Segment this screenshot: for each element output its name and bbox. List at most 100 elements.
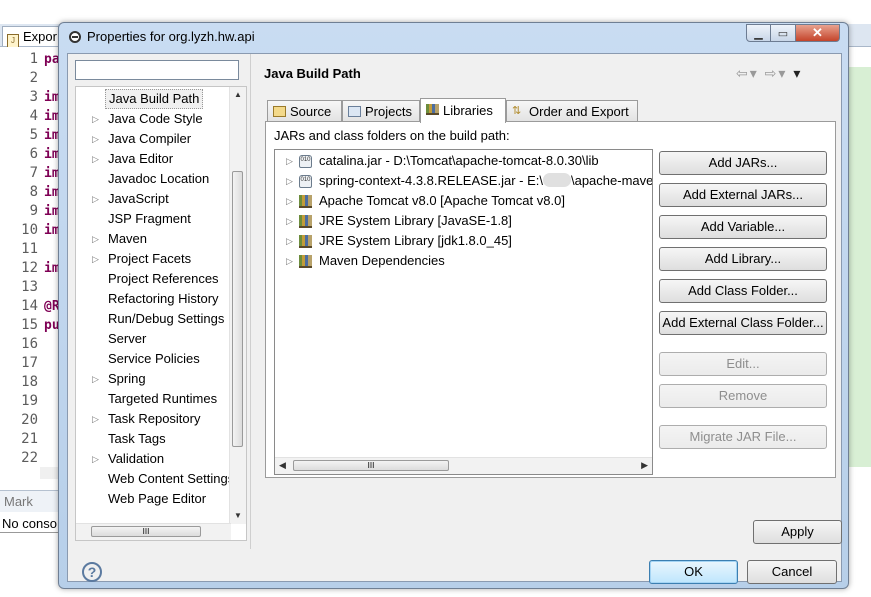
remove-button[interactable]: Remove [659,384,827,408]
expand-arrow-icon[interactable]: ▷ [92,229,100,249]
tree-item-label: Maven [108,231,148,246]
tab-order-and-export[interactable]: ⇅ Order and Export [506,100,638,121]
library-icon [299,235,312,248]
migrate-jar-file-button[interactable]: Migrate JAR File... [659,425,827,449]
page-title: Java Build Path [264,66,361,81]
line-number: 19 [21,393,38,409]
scroll-down-icon[interactable]: ▼ [230,508,246,524]
expand-arrow-icon[interactable]: ▷ [286,211,293,231]
tree-item[interactable]: ▷ Project Facets [76,249,234,269]
library-list[interactable]: ▷ Maven Dependencies ▷ JRE System Library [… [274,149,653,475]
editor-tab[interactable]: J Expor [2,26,62,48]
tree-item[interactable]: ▷ JavaScript [76,189,234,209]
editor-line: 10 [0,221,42,240]
tree-item[interactable]: Server [76,329,234,349]
tree-vscroll[interactable]: ▲ ▼ [229,87,246,524]
scroll-thumb[interactable]: III [91,526,201,537]
tree-item[interactable]: Project References [76,269,234,289]
apply-button[interactable]: Apply [753,520,842,544]
tree-item[interactable]: Run/Debug Settings [76,309,234,329]
title-bar[interactable]: Properties for org.lyzh.hw.api ▁ ▭ ✕ [59,23,848,51]
expand-arrow-icon[interactable]: ▷ [92,249,100,269]
tree-item-label: JSP Fragment [108,211,191,226]
help-icon[interactable]: ? [82,562,102,582]
editor-line: 13 [0,278,42,297]
tree-item[interactable]: Refactoring History [76,289,234,309]
editor-line: 21 [0,430,42,449]
tree-item[interactable]: ▷ Maven [76,229,234,249]
scroll-left-icon[interactable]: ◀ [279,460,286,471]
add-jars-button[interactable]: Add JARs... [659,151,827,175]
tree-item[interactable]: Task Tags [76,429,234,449]
tree-item[interactable]: ▷ Validation [76,449,234,469]
tree-item[interactable]: ▷ Java Compiler [76,129,234,149]
view-menu-icon[interactable]: ▾ [793,65,802,81]
line-number-ruler: 1 2 3 4 5 6 7 8 9 10 11 12 13 14 15 16 17 18 19 20 21 22 [0,47,42,467]
expand-arrow-icon[interactable]: ▷ [92,449,100,469]
add-class-folder-button[interactable]: Add Class Folder... [659,279,827,303]
cancel-button[interactable]: Cancel [747,560,837,584]
tab-libraries[interactable]: Libraries [420,98,506,123]
tree-item-label: Web Content Settings [108,471,235,486]
library-label: JRE System Library [jdk1.8.0_45] [319,233,512,248]
expand-arrow-icon[interactable]: ▷ [92,109,100,129]
ok-button[interactable]: OK [649,560,738,584]
expand-arrow-icon[interactable]: ▷ [92,189,100,209]
expand-arrow-icon[interactable]: ▷ [92,369,100,389]
tree-item[interactable]: Javadoc Location [76,169,234,189]
expand-arrow-icon[interactable]: ▷ [286,191,293,211]
tree-item[interactable]: Web Content Settings [76,469,234,489]
order-export-icon: ⇅ [512,105,522,117]
add-external-class-folder-button[interactable]: Add External Class Folder... [659,311,827,335]
filter-input[interactable] [75,60,239,80]
expand-arrow-icon[interactable]: ▷ [286,231,293,251]
editor-line: 16 [0,335,42,354]
scroll-thumb[interactable]: III [293,460,449,471]
tree-item[interactable]: ▷ Spring [76,369,234,389]
expand-arrow-icon[interactable]: ▷ [92,129,100,149]
markers-tab[interactable]: Mark [0,490,62,512]
property-page-tree[interactable]: Web Page Editor Web Content Settings ▷ Vali… [75,86,247,541]
scroll-right-icon[interactable]: ▶ [641,460,648,471]
tab-label: Source [290,104,332,119]
console-text: No conso [2,516,57,531]
scroll-thumb[interactable] [232,171,243,447]
expand-arrow-icon[interactable]: ▷ [286,151,293,171]
editor-line: 4 [0,107,42,126]
tree-item[interactable]: JSP Fragment [76,209,234,229]
tab-projects[interactable]: Projects [342,100,420,121]
add-variable-button[interactable]: Add Variable... [659,215,827,239]
library-label: Apache Tomcat v8.0 [Apache Tomcat v8.0] [319,193,565,208]
close-button[interactable]: ✕ [796,24,840,42]
edit-button[interactable]: Edit... [659,352,827,376]
add-library-button[interactable]: Add Library... [659,247,827,271]
divider [0,532,62,533]
expand-arrow-icon[interactable]: ▷ [286,251,293,271]
expand-arrow-icon[interactable]: ▷ [92,149,100,169]
tree-item[interactable]: Java Build Path [76,89,234,109]
tree-item[interactable]: Web Page Editor [76,489,234,509]
maximize-button[interactable]: ▭ [771,24,796,42]
dialog-title: Properties for org.lyzh.hw.api [87,29,255,44]
line-number: 9 [29,203,38,219]
tree-item[interactable]: ▷ Java Code Style [76,109,234,129]
tab-source[interactable]: Source [267,100,342,121]
expand-arrow-icon[interactable]: ▷ [92,409,100,429]
tree-item[interactable]: ▷ Java Editor [76,149,234,169]
sash-divider[interactable] [250,54,251,549]
minimize-button[interactable]: ▁ [746,24,771,42]
tree-item[interactable]: Service Policies [76,349,234,369]
list-hscroll[interactable]: ◀ III ▶ [275,457,652,474]
tree-item[interactable]: Targeted Runtimes [76,389,234,409]
expand-arrow-icon[interactable]: ▷ [286,171,293,191]
scroll-up-icon[interactable]: ▲ [230,87,246,103]
forward-icon[interactable]: ⇨▾ [765,65,788,81]
tree-item-label: Web Page Editor [108,491,207,506]
tree-item[interactable]: ▷ Task Repository [76,409,234,429]
tree-hscroll[interactable]: III [76,523,231,540]
line-number: 17 [21,355,38,371]
back-icon[interactable]: ⇦▾ [736,65,759,81]
tree-item-label: Java Compiler [108,131,192,146]
properties-dialog: Properties for org.lyzh.hw.api ▁ ▭ ✕ Web… [58,22,849,589]
add-external-jars-button[interactable]: Add External JARs... [659,183,827,207]
